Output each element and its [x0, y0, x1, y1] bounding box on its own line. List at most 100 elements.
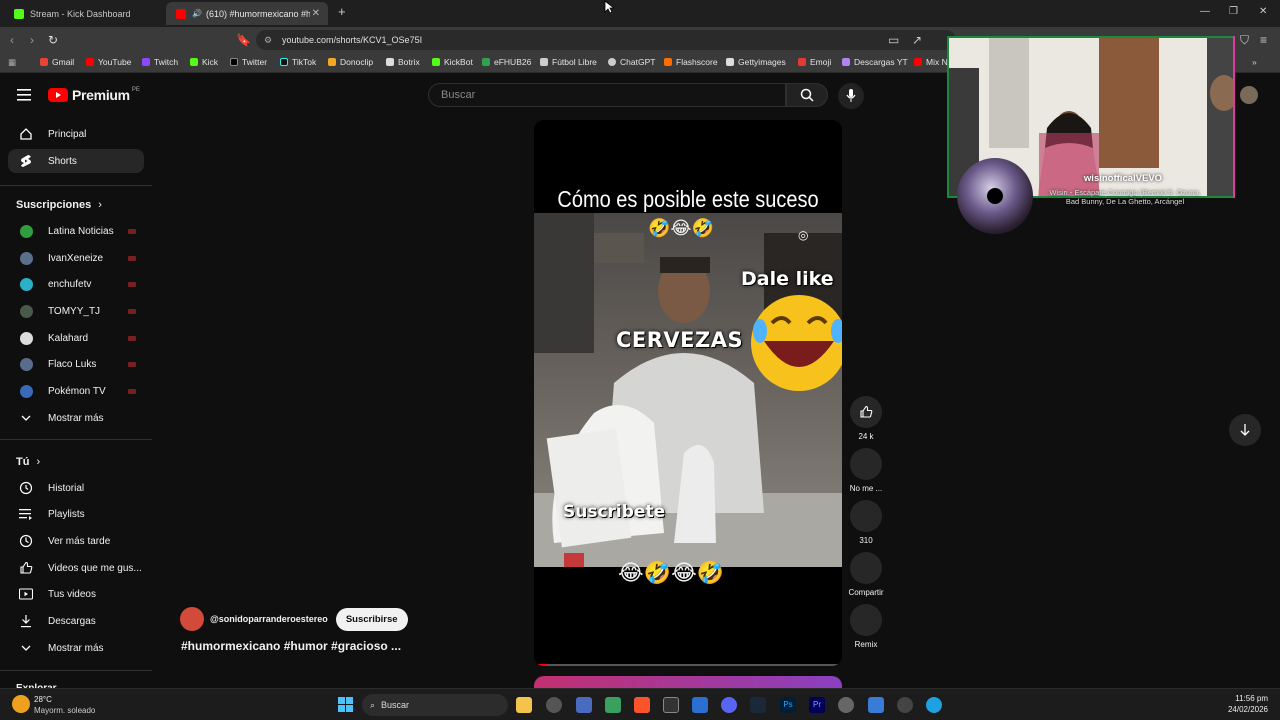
steam-icon[interactable]: [750, 697, 766, 713]
channel-avatar: [19, 224, 33, 238]
minimize-button[interactable]: —: [1200, 6, 1210, 17]
search-icon: ⌕: [370, 699, 376, 710]
playlist-icon: [10, 508, 42, 520]
short-video-player[interactable]: Cómo es posible este suceso Dale like CE…: [534, 120, 842, 666]
bookmark-efhub[interactable]: eFHUB26: [482, 57, 531, 67]
youtube-icon: [176, 8, 186, 19]
dislike-button[interactable]: [850, 448, 882, 480]
like-button[interactable]: [850, 396, 882, 428]
tab-kick-dashboard[interactable]: Stream - Kick Dashboard: [4, 2, 164, 25]
new-tab-button[interactable]: +: [338, 4, 346, 19]
channel-handle[interactable]: @sonidoparranderoestereo: [210, 614, 328, 624]
sidebar-sub-tomyy-tj[interactable]: TOMYY_TJ: [8, 299, 144, 323]
sidebar-item-shorts[interactable]: Shorts: [8, 149, 144, 173]
hamburger-menu-icon[interactable]: [17, 88, 31, 106]
bookmark-emoji[interactable]: Emoji: [798, 57, 831, 67]
tab-youtube-short[interactable]: 🔊 (610) #humormexicano #hum ✕: [166, 2, 328, 25]
bookmark-kick[interactable]: Kick: [190, 57, 218, 67]
video-progress-bar[interactable]: [538, 664, 838, 666]
short-title[interactable]: #humormexicano #humor #gracioso ...: [181, 639, 401, 653]
forward-icon[interactable]: ›: [30, 33, 34, 47]
sidebar-item-history[interactable]: Historial: [8, 476, 144, 500]
close-tab-icon[interactable]: ✕: [312, 8, 320, 19]
comments-button[interactable]: [850, 500, 882, 532]
taskbar-search[interactable]: ⌕ Buscar: [362, 694, 508, 716]
bookmark-twitter[interactable]: Twitter: [230, 57, 267, 67]
bookmark-flashscore[interactable]: Flashscore: [664, 57, 718, 67]
bookmark-descargas-yt[interactable]: Descargas YT: [842, 57, 908, 67]
back-icon[interactable]: ‹: [10, 33, 14, 47]
bookmark-chatgpt[interactable]: ChatGPT: [608, 57, 655, 67]
bookmark-youtube[interactable]: YouTube: [86, 57, 131, 67]
app-icon[interactable]: [663, 697, 679, 713]
sidebar-item-downloads[interactable]: Descargas: [8, 609, 144, 633]
weather-icon[interactable]: [12, 695, 30, 713]
menu-icon[interactable]: ≡: [1260, 33, 1267, 47]
you-heading[interactable]: Tú ›: [16, 456, 40, 468]
sidebar-item-your-videos[interactable]: Tus videos: [8, 582, 144, 606]
calculator-icon[interactable]: [692, 697, 708, 713]
chevron-down-icon: [10, 415, 42, 421]
maximize-button[interactable]: ❐: [1229, 6, 1238, 17]
next-short-button[interactable]: [1229, 414, 1261, 446]
bookmark-futbol-libre[interactable]: Fútbol Libre: [540, 57, 597, 67]
bookmark-gettyimages[interactable]: Gettyimages: [726, 57, 786, 67]
bookmark-mix[interactable]: Mix N: [914, 57, 948, 67]
sidebar-sub-pokemon-tv[interactable]: Pokémon TV: [8, 379, 144, 403]
sidebar-item-playlists[interactable]: Playlists: [8, 502, 144, 526]
sidebar-sub-enchufetv[interactable]: enchufetv: [8, 272, 144, 296]
next-short-preview[interactable]: [534, 676, 842, 688]
more-bookmarks-icon[interactable]: »: [1252, 57, 1257, 67]
sidebar-item-home[interactable]: Principal: [8, 122, 144, 146]
remix-button[interactable]: [850, 604, 882, 636]
sidebar-sub-kalahard[interactable]: Kalahard: [8, 326, 144, 350]
cast-icon[interactable]: ▭: [888, 33, 899, 47]
brave-icon[interactable]: [634, 697, 650, 713]
bookmark-gmail[interactable]: Gmail: [40, 57, 74, 67]
sidebar-sub-flaco-luks[interactable]: Flaco Luks: [8, 352, 144, 376]
share-icon[interactable]: ↗: [912, 33, 922, 47]
settings-icon[interactable]: [838, 697, 854, 713]
bookmark-donoclip[interactable]: Donoclip: [328, 57, 373, 67]
bookmark-botrix[interactable]: Botrix: [386, 57, 420, 67]
close-window-button[interactable]: ✕: [1259, 6, 1267, 17]
site-info-icon[interactable]: ⚙: [264, 35, 272, 46]
discord-icon[interactable]: [721, 697, 737, 713]
file-explorer-icon[interactable]: [516, 697, 532, 713]
edge-icon[interactable]: [926, 697, 942, 713]
apps-icon[interactable]: ▦: [8, 57, 16, 68]
app-icon[interactable]: [576, 697, 592, 713]
subscribe-button[interactable]: Suscribirse: [335, 607, 408, 631]
chatgpt-icon: [608, 58, 616, 66]
sidebar-item-liked-videos[interactable]: Videos que me gus...: [8, 556, 144, 580]
voice-search-button[interactable]: [838, 83, 864, 109]
search-input[interactable]: Buscar: [428, 83, 786, 107]
reload-icon[interactable]: ↻: [48, 33, 58, 47]
photoshop-icon[interactable]: Ps: [780, 697, 796, 713]
sidebar-show-more-you[interactable]: Mostrar más: [8, 636, 144, 660]
sidebar-show-more-subs[interactable]: Mostrar más: [8, 406, 144, 430]
premiere-icon[interactable]: Pr: [809, 697, 825, 713]
user-avatar[interactable]: [1240, 86, 1258, 104]
sidebar-sub-ivanxeneize[interactable]: IvanXeneize: [8, 246, 144, 270]
youtube-premium-logo[interactable]: Premium PE: [48, 87, 140, 103]
obs-icon[interactable]: [546, 697, 562, 713]
like-icon: [10, 561, 42, 575]
url-bar[interactable]: ⚙ youtube.com/shorts/KCV1_OSe75I: [256, 30, 956, 50]
bookmark-tiktok[interactable]: TikTok: [280, 57, 316, 67]
subscriptions-heading[interactable]: Suscripciones ›: [16, 199, 102, 211]
media-player-icon[interactable]: [897, 697, 913, 713]
windows-start-icon[interactable]: [338, 697, 353, 712]
share-button[interactable]: [850, 552, 882, 584]
channel-avatar[interactable]: [180, 607, 204, 631]
app-icon[interactable]: [605, 697, 621, 713]
bookmark-icon[interactable]: 🔖: [236, 33, 251, 47]
bookmark-kickbot[interactable]: KickBot: [432, 57, 473, 67]
sidebar-sub-latina-noticias[interactable]: Latina Noticias: [8, 219, 144, 243]
notepad-icon[interactable]: [868, 697, 884, 713]
shield-icon[interactable]: ⛉: [1240, 33, 1249, 48]
bookmark-twitch[interactable]: Twitch: [142, 57, 178, 67]
search-button[interactable]: [786, 83, 828, 107]
channel-avatar: [19, 357, 33, 371]
sidebar-item-watch-later[interactable]: Ver más tarde: [8, 529, 144, 553]
